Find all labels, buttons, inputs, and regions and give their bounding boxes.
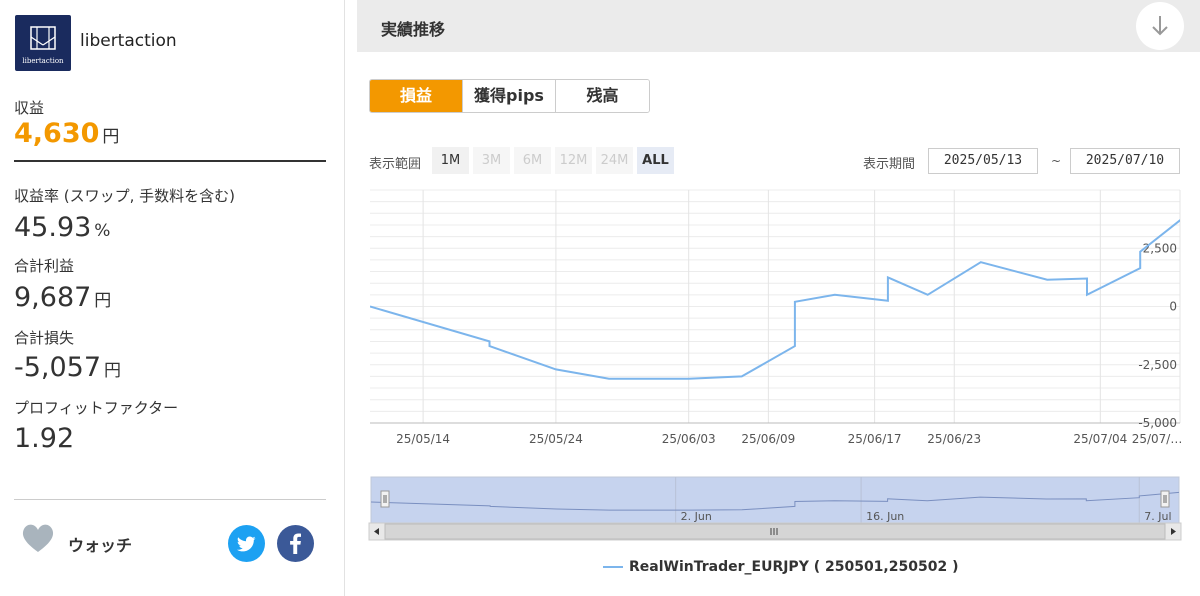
navigator-handle[interactable] bbox=[1160, 490, 1170, 508]
profit-unit: 円 bbox=[102, 127, 120, 147]
divider bbox=[14, 499, 326, 500]
rate-value: 45.93% bbox=[14, 212, 111, 243]
navigator-handle[interactable] bbox=[380, 490, 390, 508]
range-selector: 1M 3M 6M 12M 24M ALL bbox=[432, 147, 674, 174]
x-tick-label: 25/05/14 bbox=[396, 432, 450, 446]
navigator-label: 16. Jun bbox=[866, 510, 904, 523]
x-tick-label: 25/06/03 bbox=[662, 432, 716, 446]
section-title: 実績推移 bbox=[381, 20, 446, 39]
heart-icon[interactable] bbox=[20, 520, 56, 556]
gross-profit-label: 合計利益 bbox=[14, 257, 75, 275]
gross-loss-label: 合計損失 bbox=[14, 329, 75, 347]
navigator-label: 2. Jun bbox=[681, 510, 712, 523]
date-to-input[interactable]: 2025/07/10 bbox=[1070, 148, 1180, 174]
x-tick-label: 25/06/23 bbox=[927, 432, 981, 446]
rate-label: 収益率 (スワップ, 手数料を含む) bbox=[14, 187, 236, 205]
y-tick-label: 0 bbox=[1169, 300, 1177, 314]
y-tick-label: -5,000 bbox=[1138, 416, 1177, 430]
gross-loss-value: -5,057 円 bbox=[14, 352, 122, 383]
metric-tabs: 損益 獲得pips 残高 bbox=[369, 79, 650, 113]
tab-pips[interactable]: 獲得pips bbox=[463, 80, 556, 112]
collapse-button[interactable] bbox=[1136, 2, 1184, 50]
gross-profit-value: 9,687 円 bbox=[14, 282, 112, 313]
logo-text: libertaction bbox=[22, 57, 64, 65]
arrow-down-icon[interactable] bbox=[1136, 2, 1184, 50]
range-24m-button: 24M bbox=[596, 147, 633, 174]
range-3m-button: 3M bbox=[473, 147, 510, 174]
x-tick-label: 25/05/24 bbox=[529, 432, 583, 446]
app-logo: libertaction bbox=[15, 15, 71, 71]
date-from-input[interactable]: 2025/05/13 bbox=[928, 148, 1038, 174]
section-header: 実績推移 bbox=[357, 0, 1200, 52]
range-6m-button: 6M bbox=[514, 147, 551, 174]
profit-value: 4,630 円 bbox=[14, 118, 120, 149]
navigator-window bbox=[370, 476, 1180, 524]
watch-label[interactable]: ウォッチ bbox=[68, 532, 132, 556]
facebook-share-button[interactable] bbox=[277, 525, 314, 562]
performance-panel: 実績推移 損益 獲得pips 残高 表示範囲 1M 3M 6M 12M 24M … bbox=[357, 0, 1200, 596]
x-tick-label: 25/07/04 bbox=[1073, 432, 1127, 446]
tab-balance[interactable]: 残高 bbox=[556, 80, 649, 112]
gross-profit-unit: 円 bbox=[94, 291, 112, 311]
x-tick-label: 25/07/… bbox=[1132, 432, 1183, 446]
twitter-icon[interactable] bbox=[228, 525, 265, 562]
y-tick-label: 2,500 bbox=[1143, 241, 1177, 255]
summary-panel: libertaction libertaction 収益 4,630 円 収益率 … bbox=[0, 0, 345, 596]
facebook-icon[interactable] bbox=[277, 525, 314, 562]
profit-label: 収益 bbox=[14, 99, 45, 117]
divider bbox=[14, 160, 326, 162]
legend-series-name[interactable]: RealWinTrader_EURJPY ( 250501,250502 ) bbox=[629, 559, 958, 575]
profit-factor-label: プロフィットファクター bbox=[14, 399, 179, 417]
twitter-share-button[interactable] bbox=[228, 525, 265, 562]
period-label: 表示期間 bbox=[863, 157, 916, 172]
trader-name[interactable]: libertaction bbox=[80, 31, 177, 51]
date-separator: ~ bbox=[1051, 154, 1062, 168]
x-tick-label: 25/06/17 bbox=[848, 432, 902, 446]
rate-unit: % bbox=[94, 221, 111, 241]
x-tick-label: 25/06/09 bbox=[741, 432, 795, 446]
legend-swatch bbox=[603, 566, 623, 568]
range-12m-button: 12M bbox=[555, 147, 592, 174]
range-all-button[interactable]: ALL bbox=[637, 147, 674, 174]
range-label: 表示範囲 bbox=[369, 157, 422, 172]
range-1m-button[interactable]: 1M bbox=[432, 147, 469, 174]
navigator-label: 7. Jul bbox=[1144, 510, 1171, 523]
y-tick-label: -2,500 bbox=[1138, 358, 1177, 372]
watch-button[interactable] bbox=[20, 520, 56, 556]
tab-profit[interactable]: 損益 bbox=[370, 80, 463, 112]
scrollbar-thumb[interactable] bbox=[384, 523, 1166, 540]
gross-loss-unit: 円 bbox=[104, 361, 122, 381]
profit-chart[interactable]: 2,500 0 -2,500 -5,000 25/05/14 25/05/24 25/06/… bbox=[357, 180, 1200, 550]
profit-factor-value: 1.92 bbox=[14, 423, 75, 454]
chart-legend[interactable]: RealWinTrader_EURJPY ( 250501,250502 ) bbox=[603, 559, 958, 575]
series-line bbox=[370, 219, 1180, 380]
